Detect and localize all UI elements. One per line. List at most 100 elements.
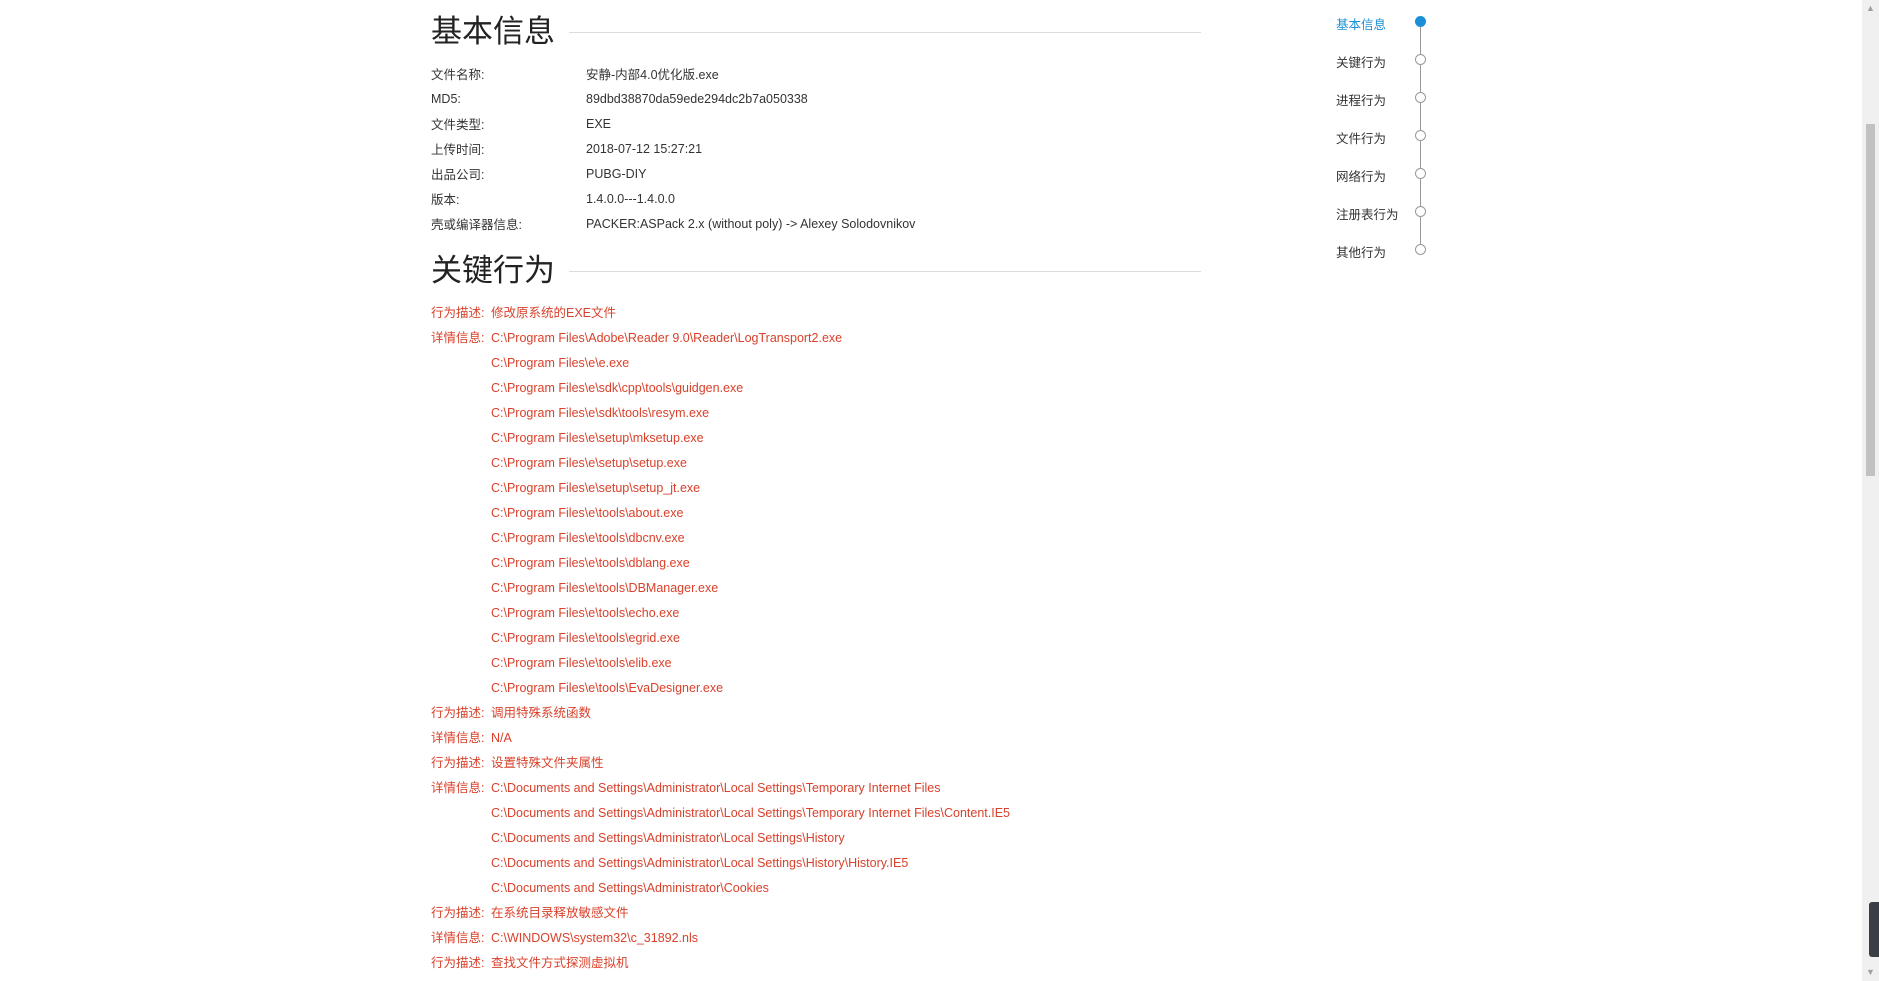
info-row: MD5: 89dbd38870da59ede294dc2b7a050338	[431, 86, 1201, 111]
key-behavior-list: 行为描述: 修改原系统的EXE文件 详情信息: C:\Program Files\Ad…	[431, 301, 1201, 976]
behavior-detail-path: C:\Program Files\e\tools\DBManager.exe	[491, 581, 719, 595]
behavior-detail-row: 详情信息: C:\WINDOWS\system32\c_31892.nls	[431, 926, 1201, 951]
behavior-desc: 在系统目录释放敏感文件	[491, 906, 629, 920]
behavior-detail-path: C:\Program Files\e\tools\dbcnv.exe	[491, 531, 685, 545]
nav-item[interactable]: 文件行为	[1336, 126, 1446, 146]
behavior-desc-label: 行为描述:	[431, 956, 485, 970]
info-value: PACKER:ASPack 2.x (without poly) -> Alex…	[586, 216, 916, 231]
behavior-desc-values: 修改原系统的EXE文件	[491, 301, 616, 326]
behavior-detail-values: C:\Program Files\Adobe\Reader 9.0\Reader…	[491, 326, 842, 701]
behavior-detail-values: C:\WINDOWS\system32\c_31892.nls	[491, 926, 698, 951]
behavior-desc: 修改原系统的EXE文件	[491, 306, 617, 320]
nav-item[interactable]: 其他行为	[1336, 240, 1446, 260]
info-label: 文件名称:	[431, 68, 485, 82]
report-content: 基本信息 文件名称: 安静-内部4.0优化版.exe MD5: 89dbd38870d…	[431, 0, 1201, 976]
nav-item[interactable]: 注册表行为	[1336, 202, 1446, 222]
behavior-desc-row: 行为描述: 在系统目录释放敏感文件	[431, 901, 1201, 926]
nav-item-label: 其他行为	[1336, 246, 1387, 260]
behavior-desc: 设置特殊文件夹属性	[491, 756, 604, 770]
info-label: 上传时间:	[431, 143, 485, 157]
nav-item[interactable]: 关键行为	[1336, 50, 1446, 70]
behavior-desc-label: 行为描述:	[431, 756, 485, 770]
behavior-detail-row: 详情信息: N/A	[431, 726, 1201, 751]
behavior-detail-path: C:\Documents and Settings\Administrator\…	[491, 806, 1010, 820]
behavior-detail-path: C:\Program Files\e\sdk\cpp\tools\guidgen…	[491, 381, 744, 395]
basic-info-header: 基本信息	[431, 10, 1201, 54]
nav-dot-icon	[1415, 244, 1426, 255]
info-row: 文件类型: EXE	[431, 111, 1201, 136]
nav-dot-icon	[1415, 130, 1426, 141]
behavior-desc: 调用特殊系统函数	[491, 706, 592, 720]
info-row: 版本: 1.4.0.0---1.4.0.0	[431, 186, 1201, 211]
info-label: MD5:	[431, 91, 461, 106]
info-value: 89dbd38870da59ede294dc2b7a050338	[586, 91, 808, 106]
behavior-detail-path: C:\WINDOWS\system32\c_31892.nls	[491, 931, 699, 945]
nav-item[interactable]: 进程行为	[1336, 88, 1446, 108]
behavior-desc-row: 行为描述: 设置特殊文件夹属性	[431, 751, 1201, 776]
behavior-detail-path: C:\Documents and Settings\Administrator\…	[491, 856, 909, 870]
behavior-detail-path: N/A	[491, 731, 512, 745]
behavior-desc-label: 行为描述:	[431, 706, 485, 720]
info-row: 出品公司: PUBG-DIY	[431, 161, 1201, 186]
behavior-desc-values: 在系统目录释放敏感文件	[491, 901, 629, 926]
info-label: 壳或编译器信息:	[431, 218, 522, 232]
info-value: 安静-内部4.0优化版.exe	[586, 68, 719, 82]
info-value: EXE	[586, 116, 612, 131]
behavior-detail-row: 详情信息: C:\Program Files\Adobe\Reader 9.0\R…	[431, 326, 1201, 701]
info-value: 1.4.0.0---1.4.0.0	[586, 191, 675, 206]
nav-item-label: 文件行为	[1336, 132, 1387, 146]
behavior-detail-path: C:\Program Files\e\tools\EvaDesigner.exe	[491, 681, 724, 695]
nav-item-label: 注册表行为	[1336, 208, 1399, 222]
behavior-detail-label: 详情信息:	[431, 931, 485, 945]
behavior-detail-path: C:\Program Files\e\tools\about.exe	[491, 506, 684, 520]
nav-item[interactable]: 基本信息	[1336, 12, 1446, 32]
behavior-desc-row: 行为描述: 修改原系统的EXE文件	[431, 301, 1201, 326]
behavior-desc-values: 查找文件方式探测虚拟机	[491, 951, 629, 976]
behavior-detail-path: C:\Documents and Settings\Administrator\…	[491, 781, 941, 795]
behavior-desc-row: 行为描述: 调用特殊系统函数	[431, 701, 1201, 726]
nav-item-label: 进程行为	[1336, 94, 1387, 108]
behavior-detail-path: C:\Documents and Settings\Administrator\…	[491, 881, 769, 895]
behavior-desc-values: 调用特殊系统函数	[491, 701, 591, 726]
nav-item-label: 网络行为	[1336, 170, 1387, 184]
behavior-desc-values: 设置特殊文件夹属性	[491, 751, 604, 776]
behavior-detail-path: C:\Program Files\e\setup\setup_jt.exe	[491, 481, 701, 495]
scroll-down-icon[interactable]: ▼	[1862, 964, 1879, 981]
scroll-up-icon[interactable]: ▲	[1862, 0, 1879, 17]
behavior-detail-path: C:\Program Files\e\tools\dblang.exe	[491, 556, 690, 570]
nav-dot-icon	[1415, 206, 1426, 217]
behavior-detail-path: C:\Program Files\e\tools\elib.exe	[491, 656, 672, 670]
nav-item[interactable]: 网络行为	[1336, 164, 1446, 184]
behavior-detail-label: 详情信息:	[431, 781, 485, 795]
behavior-detail-path: C:\Program Files\e\tools\echo.exe	[491, 606, 680, 620]
basic-info-title: 基本信息	[431, 10, 569, 54]
section-nav: 基本信息关键行为进程行为文件行为网络行为注册表行为其他行为	[1336, 0, 1446, 260]
info-label: 版本:	[431, 193, 460, 207]
nav-item-label: 基本信息	[1336, 18, 1387, 32]
behavior-detail-row: 详情信息: C:\Documents and Settings\Administr…	[431, 776, 1201, 901]
nav-dot-icon	[1415, 54, 1426, 65]
nav-dot-icon	[1415, 168, 1426, 179]
nav-dot-icon	[1415, 92, 1426, 103]
info-label: 文件类型:	[431, 118, 485, 132]
behavior-desc-label: 行为描述:	[431, 306, 485, 320]
info-row: 文件名称: 安静-内部4.0优化版.exe	[431, 61, 1201, 86]
info-value: PUBG-DIY	[586, 166, 647, 181]
behavior-detail-values: C:\Documents and Settings\Administrator\…	[491, 776, 1010, 901]
side-widget-tab[interactable]	[1869, 902, 1879, 957]
info-label: 出品公司:	[431, 168, 485, 182]
behavior-detail-label: 详情信息:	[431, 731, 485, 745]
nav-dot-icon	[1415, 16, 1426, 27]
page-scrollbar[interactable]: ▲ ▼	[1862, 0, 1879, 981]
behavior-detail-path: C:\Program Files\e\setup\setup.exe	[491, 456, 687, 470]
behavior-desc: 查找文件方式探测虚拟机	[491, 956, 629, 970]
key-behavior-title: 关键行为	[431, 249, 569, 293]
behavior-detail-path: C:\Program Files\e\e.exe	[491, 356, 630, 370]
behavior-desc-label: 行为描述:	[431, 906, 485, 920]
behavior-detail-path: C:\Program Files\e\sdk\tools\resym.exe	[491, 406, 710, 420]
behavior-detail-path: C:\Program Files\e\setup\mksetup.exe	[491, 431, 704, 445]
scrollbar-thumb[interactable]	[1866, 124, 1875, 476]
info-value: 2018-07-12 15:27:21	[586, 141, 703, 156]
behavior-detail-values: N/A	[491, 726, 512, 751]
key-behavior-header: 关键行为	[431, 249, 1201, 293]
